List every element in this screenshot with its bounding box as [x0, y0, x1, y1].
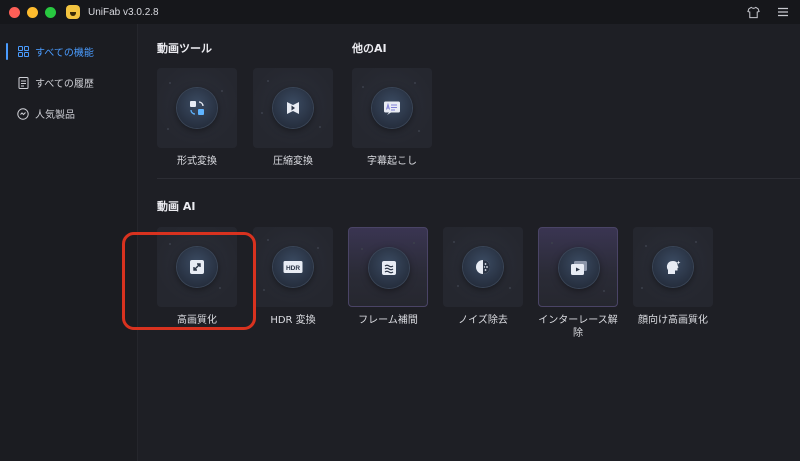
- app-logo-icon: [66, 5, 80, 19]
- tool-tile[interactable]: [157, 68, 237, 148]
- section-title-video-ai: 動画 AI: [157, 200, 196, 213]
- compress-icon: [273, 88, 313, 128]
- sidebar-item-label: 人気製品: [35, 110, 75, 121]
- tool-face-enhance[interactable]: 顔向け高画質化: [633, 227, 721, 327]
- tool-label: 圧縮変換: [273, 156, 313, 167]
- sidebar-item-all-history[interactable]: すべての履歴: [0, 67, 137, 98]
- tool-tile[interactable]: HDR: [253, 227, 333, 307]
- window-controls: [9, 6, 56, 18]
- tool-frame-interpolation[interactable]: フレーム補間: [348, 227, 436, 327]
- tool-format-convert[interactable]: 形式変換: [157, 68, 245, 168]
- zoom-window-button[interactable]: [45, 6, 56, 18]
- tool-subtitle[interactable]: 字幕起こし: [352, 68, 440, 168]
- format-convert-icon: [177, 88, 217, 128]
- subtitle-icon: [372, 88, 412, 128]
- face-enhance-icon: [653, 247, 693, 287]
- tool-tile[interactable]: [157, 227, 237, 307]
- shirt-icon[interactable]: [746, 5, 760, 19]
- tool-tile[interactable]: [253, 68, 333, 148]
- close-window-button[interactable]: [9, 6, 20, 18]
- menu-icon[interactable]: [776, 5, 790, 19]
- deinterlace-icon: [559, 248, 599, 288]
- title-bar: UniFab v3.0.2.8: [0, 0, 800, 24]
- tool-deinterlace[interactable]: インターレース解除: [538, 227, 626, 340]
- sidebar-item-label: すべての履歴: [35, 79, 94, 90]
- section-title-video-tools: 動画ツール: [157, 42, 212, 55]
- sidebar: すべての機能 すべての履歴 人気製品: [0, 24, 138, 461]
- history-list-icon: [17, 76, 29, 89]
- tool-hdr-convert[interactable]: HDR HDR 変換: [253, 227, 341, 327]
- tool-label: ノイズ除去: [458, 315, 508, 326]
- popular-badge-icon: [17, 107, 29, 120]
- tool-upscale[interactable]: 高画質化: [157, 227, 245, 327]
- section-divider: [157, 178, 800, 179]
- tool-tile[interactable]: [633, 227, 713, 307]
- grid-icon: [17, 46, 29, 58]
- tool-denoise[interactable]: ノイズ除去: [443, 227, 531, 327]
- minimize-window-button[interactable]: [27, 6, 38, 18]
- tool-tile[interactable]: [538, 227, 618, 307]
- hdr-icon: HDR: [273, 247, 313, 287]
- tool-label: 字幕起こし: [367, 156, 417, 167]
- tool-label: インターレース解除: [538, 315, 618, 339]
- upscale-icon: [177, 247, 217, 287]
- main-content: 動画ツール 他のAI 形式変換 圧縮変換 字幕起こし 動画 AI 高画質化 HD…: [139, 24, 800, 461]
- app-title: UniFab v3.0.2.8: [88, 6, 159, 18]
- frame-interpolation-icon: [369, 248, 409, 288]
- sidebar-item-label: すべての機能: [35, 48, 94, 59]
- tool-label: 顔向け高画質化: [638, 315, 708, 326]
- tool-label: 高画質化: [177, 315, 217, 326]
- tool-compress[interactable]: 圧縮変換: [253, 68, 341, 168]
- tool-label: 形式変換: [177, 156, 217, 167]
- titlebar-actions: [746, 5, 790, 19]
- hdr-badge-text: HDR: [286, 265, 300, 272]
- tool-tile[interactable]: [443, 227, 523, 307]
- tool-tile[interactable]: [348, 227, 428, 307]
- sidebar-item-all-features[interactable]: すべての機能: [0, 36, 137, 67]
- sidebar-item-popular-products[interactable]: 人気製品: [0, 98, 137, 129]
- section-title-other-ai: 他のAI: [352, 42, 387, 55]
- tool-tile[interactable]: [352, 68, 432, 148]
- tool-label: フレーム補間: [358, 315, 418, 326]
- tool-label: HDR 変換: [270, 315, 316, 326]
- denoise-icon: [463, 247, 503, 287]
